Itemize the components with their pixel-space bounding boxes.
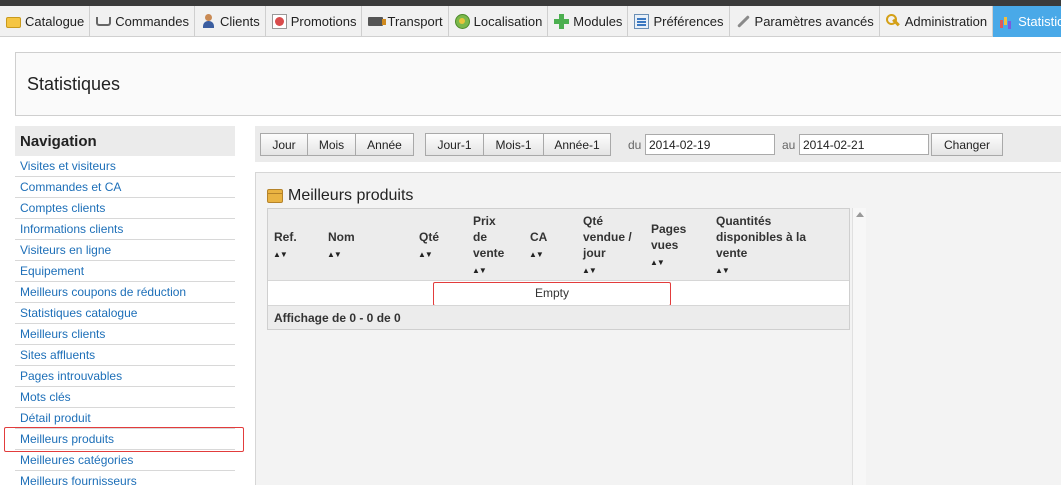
wrench-icon [736, 14, 751, 29]
stats-icon [999, 14, 1014, 29]
sort-pages-vues-icon[interactable]: ▲▼ [650, 258, 665, 267]
sidebar-item-pages-introuvables[interactable]: Pages introuvables [15, 366, 235, 387]
sidebar-item-meilleurs-fournisseurs[interactable]: Meilleurs fournisseurs [15, 471, 235, 485]
preferences-icon [634, 14, 650, 29]
tab-label: Catalogue [25, 14, 85, 29]
sort-ca-icon[interactable]: ▲▼ [529, 250, 544, 259]
tab-statistiques[interactable]: Statistiques [993, 6, 1061, 37]
sidebar-item-meilleures-categories[interactable]: Meilleures catégories [15, 450, 235, 471]
tab-label: Modules [573, 14, 623, 29]
empty-message: Empty [433, 282, 671, 306]
promotion-icon [271, 14, 287, 29]
column-qte[interactable]: Qté [419, 229, 439, 245]
table-header: Ref. ▲▼ Nom ▲▼ Qté ▲▼ Prix de vente ▲▼ CA … [268, 209, 849, 281]
jour-1-button[interactable]: Jour-1 [425, 133, 484, 156]
sidebar-item-meilleurs-clients[interactable]: Meilleurs clients [15, 324, 235, 345]
date-to-input[interactable] [799, 134, 929, 155]
globe-icon [454, 14, 470, 29]
sidebar-item-mots-cles[interactable]: Mots clés [15, 387, 235, 408]
sidebar-item-sites-affluents[interactable]: Sites affluents [15, 345, 235, 366]
mois-button[interactable]: Mois [307, 133, 356, 156]
tab-localisation[interactable]: Localisation [449, 6, 549, 37]
puzzle-icon [554, 14, 570, 29]
sidebar-item-comptes-clients[interactable]: Comptes clients [15, 198, 235, 219]
tab-catalogue[interactable]: Catalogue [0, 6, 91, 37]
date-toolbar: Jour Mois Année Jour-1 Mois-1 Année-1 du… [255, 126, 1061, 162]
sort-quantites-icon[interactable]: ▲▼ [715, 266, 730, 275]
sidebar-item-informations-clients[interactable]: Informations clients [15, 219, 235, 240]
folder-icon [6, 17, 21, 28]
table-row: Empty [268, 281, 849, 306]
tab-modules[interactable]: Modules [548, 6, 629, 37]
sidebar-item-commandes-et-ca[interactable]: Commandes et CA [15, 177, 235, 198]
jour-button[interactable]: Jour [260, 133, 308, 156]
sort-prix-icon[interactable]: ▲▼ [472, 266, 487, 275]
column-nom[interactable]: Nom [328, 229, 355, 245]
tab-label: Clients [219, 14, 260, 29]
column-ref[interactable]: Ref. [274, 229, 297, 245]
vertical-scrollbar[interactable] [852, 208, 866, 485]
tab-label: Préférences [653, 14, 724, 29]
section-title: Meilleurs produits [267, 187, 413, 205]
tab-label: Commandes [115, 14, 189, 29]
tab-parametres-avances[interactable]: Paramètres avancés [730, 6, 880, 37]
key-icon [885, 14, 901, 29]
sort-nom-icon[interactable]: ▲▼ [327, 250, 342, 259]
main-tabs: Catalogue Commandes Clients Promotions T… [0, 6, 1061, 37]
column-quantites-disponibles[interactable]: Quantités disponibles à la vente [716, 213, 806, 261]
column-ca[interactable]: CA [530, 229, 547, 245]
sidebar-navigation: Navigation Visites et visiteurs Commande… [15, 126, 235, 485]
column-qte-vendue-jour[interactable]: Qté vendue / jour [583, 213, 632, 261]
tab-preferences[interactable]: Préférences [628, 6, 730, 37]
sidebar-item-meilleurs-produits[interactable]: Meilleurs produits [15, 429, 235, 450]
table-footer: Affichage de 0 - 0 de 0 [268, 305, 849, 329]
user-icon [201, 14, 216, 29]
sort-qte-icon[interactable]: ▲▼ [418, 250, 433, 259]
tab-administration[interactable]: Administration [880, 6, 994, 37]
sidebar-item-detail-produit[interactable]: Détail produit [15, 408, 235, 429]
page-header: Statistiques [15, 52, 1061, 116]
column-prix-de-vente[interactable]: Prix de vente [473, 213, 504, 261]
sidebar-item-equipement[interactable]: Equipement [15, 261, 235, 282]
tab-label: Paramètres avancés [754, 14, 874, 29]
products-table: Ref. ▲▼ Nom ▲▼ Qté ▲▼ Prix de vente ▲▼ CA … [267, 208, 850, 330]
tab-label: Localisation [473, 14, 543, 29]
tab-label: Transport [387, 14, 443, 29]
tab-label: Promotions [290, 14, 357, 29]
sort-qte-vendue-icon[interactable]: ▲▼ [582, 266, 597, 275]
box-icon [267, 189, 283, 203]
au-label: au [782, 138, 796, 152]
tab-label: Administration [904, 14, 988, 29]
tab-promotions[interactable]: Promotions [266, 6, 363, 37]
date-from-input[interactable] [645, 134, 775, 155]
column-pages-vues[interactable]: Pages vues [651, 221, 686, 253]
scroll-up-icon[interactable] [856, 212, 864, 217]
cart-icon [96, 17, 112, 26]
section-title-text: Meilleurs produits [288, 187, 414, 204]
tab-clients[interactable]: Clients [195, 6, 266, 37]
mois-1-button[interactable]: Mois-1 [483, 133, 544, 156]
sidebar-item-meilleurs-coupons[interactable]: Meilleurs coupons de réduction [15, 282, 235, 303]
annee-1-button[interactable]: Année-1 [543, 133, 611, 156]
changer-button[interactable]: Changer [931, 133, 1003, 156]
sidebar-item-visiteurs-en-ligne[interactable]: Visiteurs en ligne [15, 240, 235, 261]
page-title: Statistiques [27, 74, 121, 94]
sort-ref-icon[interactable]: ▲▼ [273, 250, 288, 259]
sidebar-item-visites-et-visiteurs[interactable]: Visites et visiteurs [15, 156, 235, 177]
tab-label: Statistiques [1018, 14, 1061, 29]
truck-icon [368, 17, 387, 26]
stats-content: Meilleurs produits Ref. ▲▼ Nom ▲▼ Qté ▲▼… [255, 172, 1061, 485]
tab-commandes[interactable]: Commandes [90, 6, 195, 37]
du-label: du [628, 138, 642, 152]
tab-transport[interactable]: Transport [362, 6, 449, 37]
sidebar-item-statistiques-catalogue[interactable]: Statistiques catalogue [15, 303, 235, 324]
annee-button[interactable]: Année [355, 133, 414, 156]
sidebar-title: Navigation [15, 126, 235, 156]
